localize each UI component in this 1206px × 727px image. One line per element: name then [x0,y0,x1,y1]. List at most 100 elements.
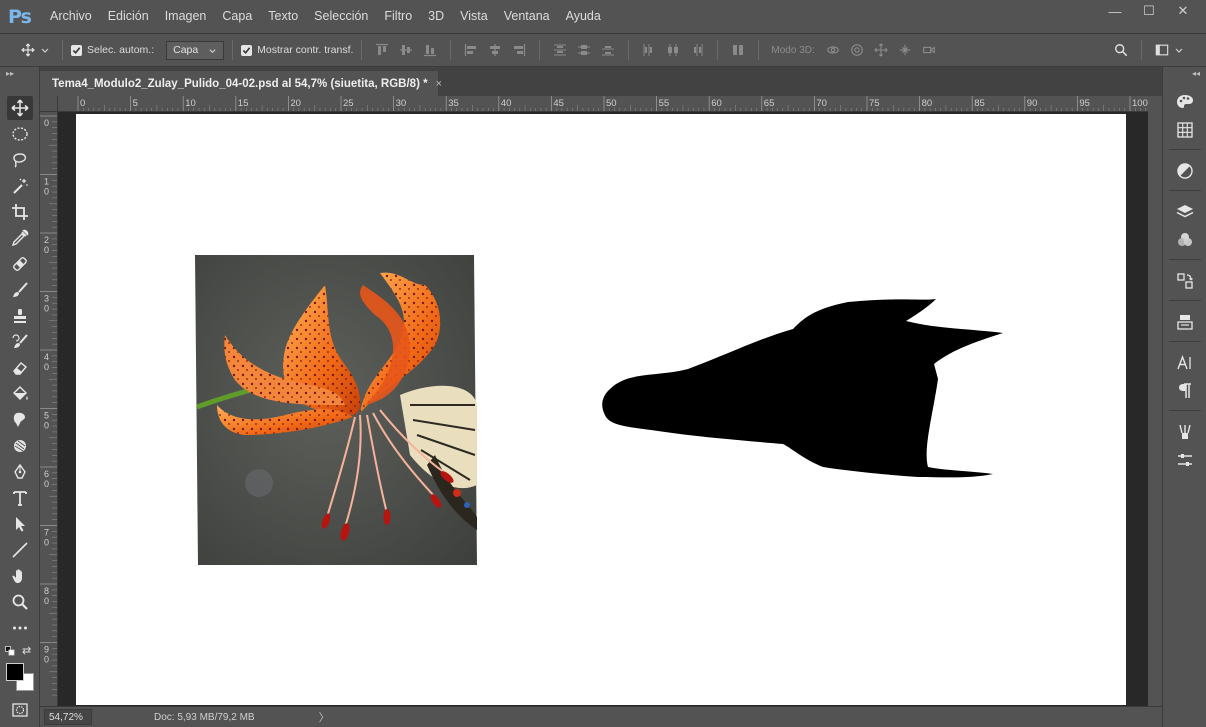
type-tool-icon[interactable] [7,486,33,510]
lily-photo-layer[interactable] [195,255,477,565]
align-bottom-icon[interactable] [422,42,438,58]
swap-colors-icon[interactable]: ⇄ [22,645,34,657]
3d-pan-icon[interactable] [873,42,889,58]
menu-vista[interactable]: Vista [452,0,496,33]
align-vertical-center-icon[interactable] [398,42,414,58]
line-tool-icon[interactable] [7,538,33,562]
crop-tool-icon[interactable] [7,200,33,224]
show-transform-checkbox[interactable] [241,44,253,56]
auto-select-checkbox[interactable] [71,44,82,56]
maximize-button[interactable]: ☐ [1132,0,1166,22]
3d-roll-icon[interactable] [849,42,865,58]
ruler-label: 0 [44,304,49,314]
divider [717,40,719,60]
clone-stamp-tool-icon[interactable] [7,304,33,328]
distribute-horizontal-center-icon[interactable] [665,42,681,58]
foreground-color-swatch[interactable] [6,663,24,681]
ruler-label: 7 [44,528,49,538]
move-tool-preset-icon[interactable] [20,42,36,58]
auto-select-target-dropdown[interactable]: Capa [166,40,225,60]
ruler-label: 20 [290,98,301,109]
eyedropper-tool-icon[interactable] [7,226,33,250]
close-window-button[interactable]: ✕ [1166,0,1200,22]
pen-tool-icon[interactable] [7,460,33,484]
divider [1140,40,1142,60]
align-right-icon[interactable] [511,42,527,58]
ruler-label: 5 [44,411,49,421]
distribute-top-icon[interactable] [552,42,568,58]
chevron-down-icon[interactable] [40,42,50,58]
brush-presets-icon[interactable] [1173,421,1197,443]
quick-mask-icon[interactable] [7,698,33,722]
history-icon[interactable] [1173,270,1197,292]
ruler-label: 0 [44,118,49,128]
layers-icon[interactable] [1173,201,1197,223]
auto-align-layers-icon[interactable] [730,42,746,58]
distribute-bottom-icon[interactable] [600,42,616,58]
minimize-button[interactable]: — [1098,0,1132,22]
swatches-palette-icon[interactable] [1173,91,1197,113]
smudge-tool-icon[interactable] [7,408,33,432]
paragraph-icon[interactable] [1173,380,1197,402]
document-tab[interactable]: Tema4_Modulo2_Zulay_Pulido_04-02.psd al … [40,71,442,96]
ruler-origin[interactable] [40,96,58,112]
magic-wand-tool-icon[interactable] [7,174,33,198]
adjustments-icon[interactable] [1173,160,1197,182]
distribute-right-icon[interactable] [689,42,705,58]
default-colors-icon[interactable] [5,645,15,656]
menu-seleccion[interactable]: Selección [306,0,376,33]
collapse-panel-icon[interactable]: ▸▸ [6,69,14,78]
hand-tool-icon[interactable] [7,564,33,588]
healing-brush-tool-icon[interactable] [7,252,33,276]
zoom-tool-icon[interactable] [7,590,33,614]
chevron-down-icon[interactable] [1174,42,1184,58]
path-selection-tool-icon[interactable] [7,512,33,536]
show-transform-option[interactable]: Mostrar contr. transf. [241,44,353,56]
align-left-icon[interactable] [463,42,479,58]
dock-divider [1169,300,1201,301]
distribute-vertical-center-icon[interactable] [576,42,592,58]
menu-texto[interactable]: Texto [260,0,306,33]
more-tools-icon[interactable] [7,616,33,640]
menu-ventana[interactable]: Ventana [496,0,558,33]
workspace-switcher-icon[interactable] [1154,42,1170,58]
canvas-pasteboard[interactable] [58,112,1148,706]
menu-filtro[interactable]: Filtro [376,0,420,33]
auto-select-option[interactable]: Selec. autom.: [71,44,154,56]
silhouette-layer[interactable] [598,299,1003,479]
channels-icon[interactable] [1173,229,1197,251]
vertical-ruler[interactable]: 0102030405060708090 [40,112,58,706]
brush-tool-icon[interactable] [7,278,33,302]
close-tab-icon[interactable]: × [436,78,442,90]
3d-scale-icon[interactable] [921,42,937,58]
horizontal-ruler[interactable]: 0 5 10 15 20 25 30 35 40 45 50 55 60 65 70 75 80 85 90 95 10… [58,96,1148,112]
menu-capa[interactable]: Capa [214,0,260,33]
menu-3d[interactable]: 3D [420,0,452,33]
3d-orbit-icon[interactable] [825,42,841,58]
tool-presets-icon[interactable] [1173,449,1197,471]
lasso-tool-icon[interactable] [7,148,33,172]
dodge-tool-icon[interactable] [7,434,33,458]
3d-slide-icon[interactable] [897,42,913,58]
menu-archivo[interactable]: Archivo [42,0,100,33]
properties-icon[interactable] [1173,311,1197,333]
align-horizontal-center-icon[interactable] [487,42,503,58]
collapse-dock-icon[interactable]: ◂◂ [1192,69,1200,78]
menu-edicion[interactable]: Edición [100,0,157,33]
menu-imagen[interactable]: Imagen [157,0,215,33]
history-brush-tool-icon[interactable] [7,330,33,354]
search-icon[interactable] [1113,42,1129,58]
marquee-tool-icon[interactable] [7,122,33,146]
move-tool-icon[interactable] [7,96,33,120]
grid-icon[interactable] [1173,119,1197,141]
menu-ayuda[interactable]: Ayuda [558,0,609,33]
eraser-tool-icon[interactable] [7,356,33,380]
distribute-left-icon[interactable] [641,42,657,58]
document-canvas[interactable] [76,114,1126,705]
align-top-icon[interactable] [374,42,390,58]
status-menu-arrow[interactable]: 〉 [319,709,330,725]
ruler-label: 0 [44,479,49,489]
paint-bucket-tool-icon[interactable] [7,382,33,406]
zoom-level-field[interactable]: 54,72% [44,709,92,725]
character-icon[interactable] [1173,352,1197,374]
